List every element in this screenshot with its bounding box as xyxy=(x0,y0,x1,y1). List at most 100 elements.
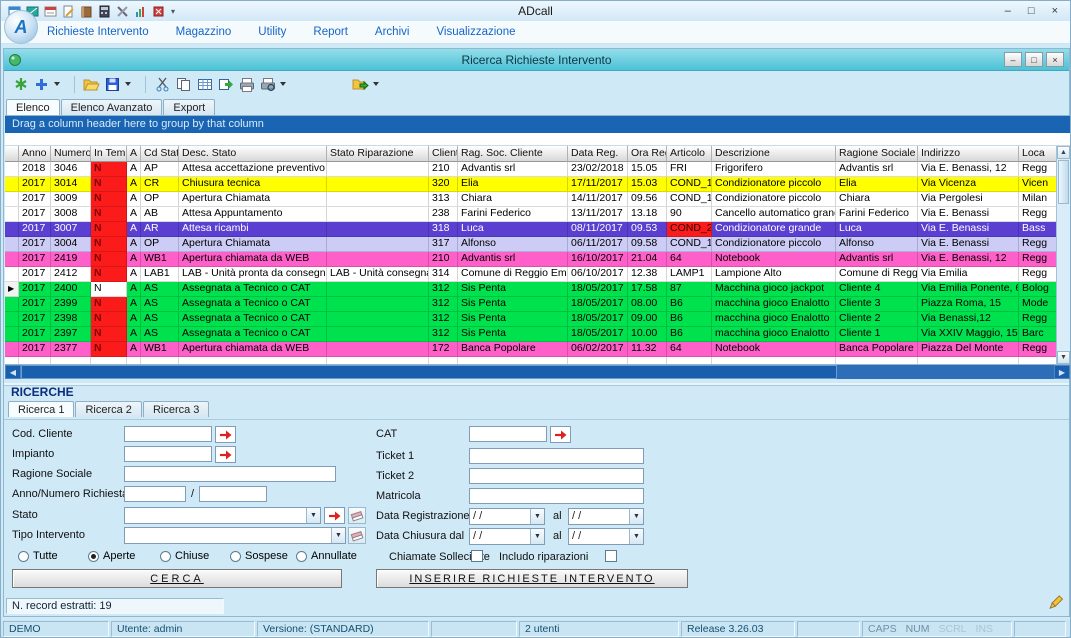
export-dropdown-icon[interactable] xyxy=(373,82,379,86)
grid-cell[interactable]: OP xyxy=(141,192,179,207)
grid-cell[interactable]: AB xyxy=(141,207,179,222)
grid-cell[interactable] xyxy=(19,357,51,364)
grid-cell[interactable]: N xyxy=(91,267,127,282)
column-header-a[interactable]: A xyxy=(127,146,141,162)
radio-chiuse[interactable]: Chiuse xyxy=(160,550,209,562)
scroll-down-icon[interactable]: ▼ xyxy=(1057,351,1070,364)
grid-cell[interactable]: A xyxy=(127,207,141,222)
grid-cell[interactable] xyxy=(91,357,127,364)
grid-cell[interactable]: Advantis srl xyxy=(458,162,568,177)
more-commands-chevron-icon[interactable]: ▾ xyxy=(171,7,175,16)
grid-cell[interactable]: Cliente 3 xyxy=(836,297,918,312)
grid-cell[interactable]: Frigorifero xyxy=(712,162,836,177)
grid-row[interactable]: 20173008NAABAttesa Appuntamento238Farini… xyxy=(5,207,1056,222)
grid-cell[interactable]: 06/02/2017 xyxy=(568,342,628,357)
grid-cell[interactable]: Condizionatore piccolo xyxy=(712,237,836,252)
grid-cell[interactable]: A xyxy=(127,237,141,252)
grid-cell[interactable]: N xyxy=(91,252,127,267)
export-folder-icon[interactable] xyxy=(351,74,370,94)
grid-cell[interactable]: Chiara xyxy=(458,192,568,207)
vertical-scroll-thumb[interactable] xyxy=(1058,160,1069,204)
grid-cell[interactable]: Bolog xyxy=(1019,282,1056,297)
close-button[interactable]: × xyxy=(1052,2,1058,20)
data-chiusura-dal-picker[interactable]: / /▼ xyxy=(469,528,545,545)
grid-row[interactable]: 20172419NAWB1Apertura chiamata da WEB210… xyxy=(5,252,1056,267)
grid-cell[interactable]: 18/05/2017 xyxy=(568,327,628,342)
add-dropdown-icon[interactable] xyxy=(54,82,60,86)
column-header-articolo[interactable]: Articolo xyxy=(667,146,712,162)
grid-cell[interactable]: OP xyxy=(141,237,179,252)
grid-cell[interactable]: macchina gioco Enalotto xyxy=(712,312,836,327)
grid-cell[interactable]: Via E. Benassi, 12 xyxy=(918,162,1019,177)
grid-cell[interactable] xyxy=(327,297,429,312)
grid-cell[interactable]: Elia xyxy=(836,177,918,192)
grid-cell[interactable]: Barc xyxy=(1019,327,1056,342)
grid-cell[interactable] xyxy=(429,357,458,364)
grid-cell[interactable]: N xyxy=(91,192,127,207)
grid-cell[interactable]: 312 xyxy=(429,312,458,327)
grid-cell[interactable]: Comune di Reggio Emilia xyxy=(458,267,568,282)
grid-cell[interactable]: 2399 xyxy=(51,297,91,312)
grid-cell[interactable]: AS xyxy=(141,312,179,327)
grid-cell[interactable]: A xyxy=(127,177,141,192)
grid-cell[interactable] xyxy=(327,222,429,237)
grid-row[interactable]: 20173004NAOPApertura Chiamata317Alfonso0… xyxy=(5,237,1056,252)
grid-cell[interactable]: 2412 xyxy=(51,267,91,282)
grid-cell[interactable]: Assegnata a Tecnico o CAT xyxy=(179,297,327,312)
tipo-intervento-select[interactable]: ▼ xyxy=(124,527,346,544)
grid-cell[interactable]: Banca Popolare xyxy=(458,342,568,357)
date-dropdown-icon[interactable]: ▼ xyxy=(530,509,544,524)
stato-dropdown-icon[interactable]: ▼ xyxy=(306,508,320,523)
grid-cell[interactable]: N xyxy=(91,237,127,252)
grid-cell[interactable]: Regg xyxy=(1019,312,1056,327)
grid-cell[interactable]: A xyxy=(127,327,141,342)
data-registrazione-dal-picker[interactable]: / /▼ xyxy=(469,508,545,525)
grid-cell[interactable] xyxy=(667,357,712,364)
radio-tutte[interactable]: Tutte xyxy=(18,550,58,562)
grid-cell[interactable]: 09.00 xyxy=(628,312,667,327)
grid-cell[interactable]: Cliente 4 xyxy=(836,282,918,297)
grid-cell[interactable]: 2018 xyxy=(19,162,51,177)
date-dropdown-icon[interactable]: ▼ xyxy=(629,509,643,524)
grid-cell[interactable]: 2377 xyxy=(51,342,91,357)
open-folder-icon[interactable] xyxy=(82,74,101,94)
grid-cell[interactable]: N xyxy=(91,222,127,237)
grid-row[interactable]: 20173009NAOPApertura Chiamata313Chiara14… xyxy=(5,192,1056,207)
grid-cell[interactable]: CR xyxy=(141,177,179,192)
scroll-up-icon[interactable]: ▲ xyxy=(1057,146,1070,159)
grid-cell[interactable]: Lampione Alto xyxy=(712,267,836,282)
grid-cell[interactable]: 2397 xyxy=(51,327,91,342)
grid-cell[interactable] xyxy=(51,357,91,364)
tab-ricerca-1[interactable]: Ricerca 1 xyxy=(8,401,74,417)
grid-cell[interactable]: 87 xyxy=(667,282,712,297)
grid-cell[interactable]: Sis Penta xyxy=(458,282,568,297)
grid-cell[interactable]: Advantis srl xyxy=(458,252,568,267)
grid-cell[interactable] xyxy=(327,327,429,342)
grid-cell[interactable]: Cliente 2 xyxy=(836,312,918,327)
grid-cell[interactable]: N xyxy=(91,297,127,312)
grid-cell[interactable]: A xyxy=(127,252,141,267)
grid-cell[interactable] xyxy=(327,207,429,222)
column-header-cd-stato[interactable]: Cd Stato xyxy=(141,146,179,162)
calculator-icon[interactable] xyxy=(97,5,111,18)
grid-cell[interactable]: 210 xyxy=(429,252,458,267)
grid-cell[interactable]: 3008 xyxy=(51,207,91,222)
grid-cell[interactable]: Piazza Del Monte xyxy=(918,342,1019,357)
grid-cell[interactable]: Attesa ricambi xyxy=(179,222,327,237)
grid-cell[interactable] xyxy=(327,162,429,177)
scroll-left-icon[interactable]: ◀ xyxy=(5,365,21,379)
maximize-button[interactable]: □ xyxy=(1028,2,1035,20)
tools-icon[interactable] xyxy=(115,5,129,18)
includo-riparazioni-checkbox[interactable] xyxy=(605,550,617,562)
grid-cell[interactable]: B6 xyxy=(667,312,712,327)
grid-cell[interactable]: Condizionatore piccolo xyxy=(712,177,836,192)
grid-cell[interactable]: 09.58 xyxy=(628,237,667,252)
grid-cell[interactable]: Via E. Benassi xyxy=(918,222,1019,237)
schedule-icon[interactable] xyxy=(43,5,57,18)
grid-cell[interactable]: Assegnata a Tecnico o CAT xyxy=(179,312,327,327)
grid-cell[interactable]: Alfonso xyxy=(458,237,568,252)
grid-cell[interactable] xyxy=(127,357,141,364)
grid-cell[interactable]: Assegnata a Tecnico o CAT xyxy=(179,327,327,342)
column-header-data-reg[interactable]: Data Reg. xyxy=(568,146,628,162)
grid-cell[interactable]: 23/02/2018 xyxy=(568,162,628,177)
